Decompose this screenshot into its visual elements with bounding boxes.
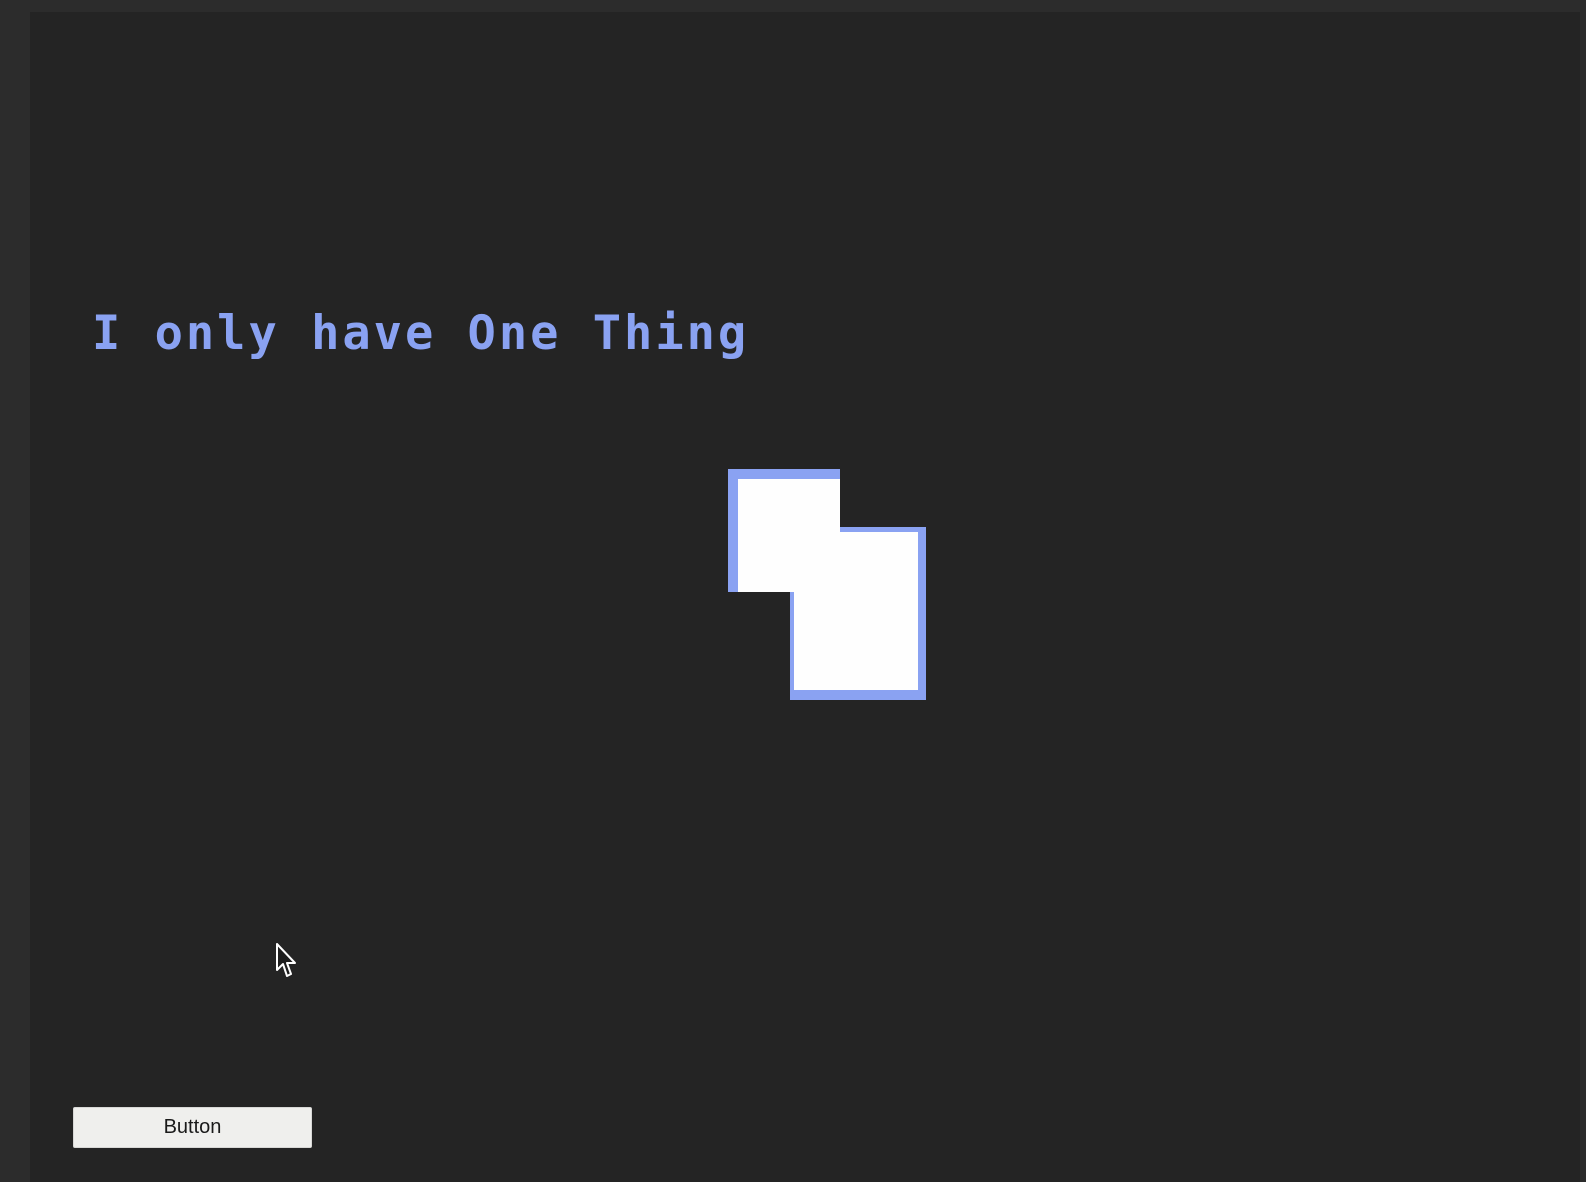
block-piece[interactable] [728, 469, 940, 714]
game-viewport: I only have One Thing Button [0, 0, 1586, 1182]
mouse-pointer-icon [276, 943, 296, 977]
piece-fill [738, 479, 918, 690]
game-title: I only have One Thing [92, 306, 750, 361]
action-button[interactable]: Button [73, 1107, 312, 1148]
right-border [1580, 0, 1586, 1182]
top-border [0, 0, 1586, 12]
left-border [0, 0, 30, 1182]
